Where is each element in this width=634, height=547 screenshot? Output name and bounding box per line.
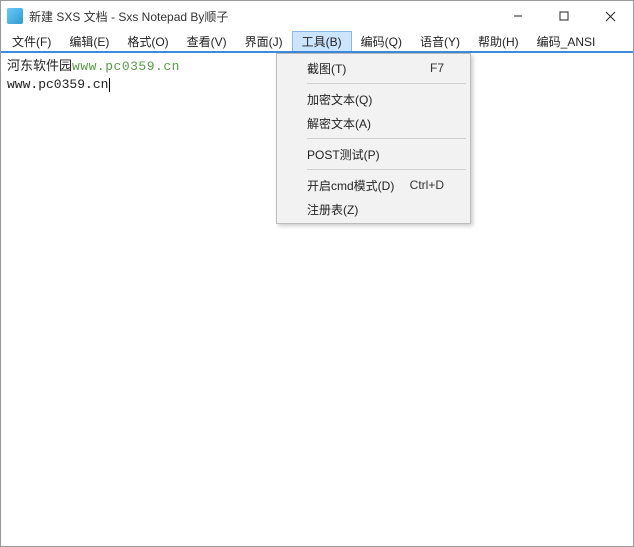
- menu-item-label: 加密文本(Q): [307, 91, 372, 108]
- menu-separator: [307, 138, 466, 139]
- menu-view[interactable]: 查看(V): [178, 31, 236, 51]
- close-button[interactable]: [587, 1, 633, 31]
- menu-item-post-test[interactable]: POST测试(P): [279, 142, 468, 166]
- menu-item-shortcut: Ctrl+D: [410, 178, 444, 192]
- menu-item-label: 解密文本(A): [307, 115, 371, 132]
- menu-edit[interactable]: 编辑(E): [60, 31, 118, 51]
- menu-item-screenshot[interactable]: 截图(T) F7: [279, 56, 468, 80]
- minimize-icon: [513, 11, 523, 21]
- maximize-icon: [559, 11, 569, 21]
- menu-item-label: 注册表(Z): [307, 201, 358, 218]
- menu-speech[interactable]: 语音(Y): [411, 31, 469, 51]
- menu-item-registry[interactable]: 注册表(Z): [279, 197, 468, 221]
- text-caret: [109, 78, 110, 92]
- menu-encoding-ansi[interactable]: 编码_ANSI: [528, 31, 605, 51]
- menu-item-label: POST测试(P): [307, 146, 380, 163]
- menu-encoding[interactable]: 编码(Q): [352, 31, 411, 51]
- window-title: 新建 SXS 文档 - Sxs Notepad By顺子: [29, 8, 495, 25]
- menu-item-shortcut: F7: [430, 61, 444, 75]
- minimize-button[interactable]: [495, 1, 541, 31]
- window-controls: [495, 1, 633, 31]
- menu-item-encrypt[interactable]: 加密文本(Q): [279, 87, 468, 111]
- titlebar: 新建 SXS 文档 - Sxs Notepad By顺子: [1, 1, 633, 31]
- menu-tools[interactable]: 工具(B): [292, 31, 352, 51]
- menu-separator: [307, 169, 466, 170]
- menu-format[interactable]: 格式(O): [118, 31, 177, 51]
- menu-item-label: 截图(T): [307, 60, 346, 77]
- menu-item-cmd-mode[interactable]: 开启cmd模式(D) Ctrl+D: [279, 173, 468, 197]
- menu-item-decrypt[interactable]: 解密文本(A): [279, 111, 468, 135]
- menu-file[interactable]: 文件(F): [3, 31, 60, 51]
- menu-separator: [307, 83, 466, 84]
- menubar: 文件(F) 编辑(E) 格式(O) 查看(V) 界面(J) 工具(B) 编码(Q…: [1, 31, 633, 53]
- menu-interface[interactable]: 界面(J): [236, 31, 292, 51]
- menu-item-label: 开启cmd模式(D): [307, 177, 394, 194]
- tools-dropdown: 截图(T) F7 加密文本(Q) 解密文本(A) POST测试(P) 开启cmd…: [276, 53, 471, 224]
- close-icon: [605, 11, 616, 22]
- maximize-button[interactable]: [541, 1, 587, 31]
- app-icon: [7, 8, 23, 24]
- menu-help[interactable]: 帮助(H): [469, 31, 528, 51]
